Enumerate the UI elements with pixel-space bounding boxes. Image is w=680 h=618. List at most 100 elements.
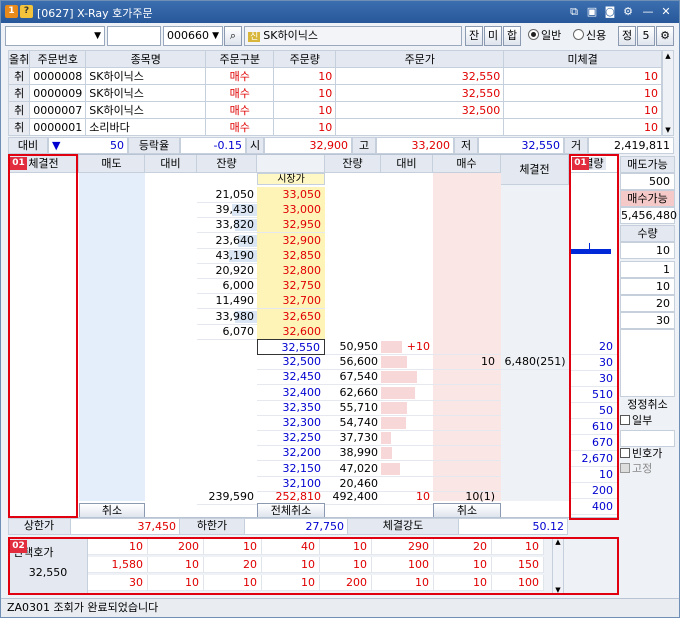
- qty-preset[interactable]: 1: [620, 261, 675, 278]
- search-button[interactable]: ⌕: [224, 26, 242, 46]
- cancel-sell-button[interactable]: 취소: [79, 503, 145, 517]
- ask-price[interactable]: 33,050: [257, 187, 325, 203]
- bid-price[interactable]: 32,250: [257, 430, 325, 447]
- radio-credit[interactable]: 신용: [573, 28, 606, 44]
- settings-icon[interactable]: ⚙: [621, 5, 635, 19]
- buy-able-button[interactable]: 매수가능: [620, 190, 675, 207]
- ask-row[interactable]: 6,000 32,750: [9, 278, 617, 295]
- bid-price[interactable]: 32,500: [257, 354, 325, 371]
- buy-order-qty[interactable]: 10: [433, 354, 501, 371]
- qty-preset[interactable]: 10: [620, 278, 675, 295]
- ask-price[interactable]: 32,700: [257, 293, 325, 310]
- table-row[interactable]: 취 0000001 소리바다 매수 10 10: [7, 118, 662, 136]
- ask-row[interactable]: 6,070 32,600: [9, 323, 617, 340]
- sum-button[interactable]: 합: [503, 26, 521, 46]
- buy-order-qty[interactable]: [433, 415, 501, 431]
- ask-price[interactable]: 32,750: [257, 278, 325, 295]
- qty-input[interactable]: 10: [620, 242, 675, 259]
- ask-row[interactable]: 33,820 32,950: [9, 217, 617, 234]
- header-cancel-all[interactable]: 올취: [7, 50, 31, 68]
- ask-row[interactable]: 43,190 32,850: [9, 247, 617, 264]
- cancel-all-button[interactable]: 전체취소: [257, 503, 325, 517]
- bid-row[interactable]: 32,500 56,600 10 6,480(251): [9, 354, 617, 371]
- market-price-row[interactable]: 시장가: [257, 173, 325, 185]
- qty-preset[interactable]: 30: [620, 312, 675, 329]
- unfilled-button[interactable]: 미: [484, 26, 502, 46]
- stock-code-input[interactable]: 000660 ▼: [163, 26, 223, 46]
- ask-row[interactable]: 11,490 32,700: [9, 293, 617, 310]
- qty-preset-empty[interactable]: [620, 329, 675, 397]
- quote-grid-cell[interactable]: 10: [372, 575, 434, 591]
- quote-grid-cell[interactable]: 10: [434, 557, 492, 573]
- buy-order-qty[interactable]: [433, 369, 501, 386]
- table-row[interactable]: 취 0000009 SK하이닉스 매수 10 32,550 10: [7, 84, 662, 102]
- ask-price[interactable]: 33,000: [257, 202, 325, 219]
- ask-row[interactable]: 21,050 33,050: [9, 187, 617, 203]
- table-row[interactable]: 취 0000007 SK하이닉스 매수 10 32,500 10: [7, 101, 662, 119]
- ask-price[interactable]: 32,900: [257, 232, 325, 249]
- quote-grid-cell[interactable]: 100: [492, 575, 544, 591]
- scroll-up-icon[interactable]: ▲: [663, 51, 673, 61]
- close-icon[interactable]: ✕: [659, 5, 673, 19]
- bid-row[interactable]: 32,300 54,740: [9, 415, 617, 431]
- table-row[interactable]: 취 0000008 SK하이닉스 매수 10 32,550 10: [7, 67, 662, 85]
- fix-button[interactable]: 정: [618, 26, 636, 46]
- bid-price[interactable]: 32,450: [257, 369, 325, 386]
- bid-row[interactable]: 32,550 50,950 +10: [9, 339, 617, 355]
- bid-price[interactable]: 32,200: [257, 445, 325, 462]
- ask-row[interactable]: 20,920 32,800: [9, 263, 617, 279]
- ask-price[interactable]: 32,850: [257, 247, 325, 264]
- quote-grid-cell[interactable]: 10: [262, 557, 320, 573]
- quote-grid-cell[interactable]: 10: [88, 539, 148, 555]
- cancel-order-button[interactable]: 취: [7, 101, 31, 119]
- partial-qty-input[interactable]: [620, 430, 675, 447]
- cancel-order-button[interactable]: 취: [7, 118, 31, 136]
- minimize-icon[interactable]: —: [641, 5, 655, 19]
- cancel-order-button[interactable]: 취: [7, 84, 31, 102]
- link-icon[interactable]: ⧉: [567, 5, 581, 19]
- ask-row[interactable]: 39,430 33,000: [9, 202, 617, 219]
- quote-grid-cell[interactable]: 1,580: [88, 557, 148, 573]
- ask-price[interactable]: 32,600: [257, 323, 325, 340]
- scroll-up-icon[interactable]: ▲: [553, 538, 563, 546]
- ask-row[interactable]: 33,980 32,650: [9, 308, 617, 325]
- partial-checkbox[interactable]: 일부: [620, 413, 675, 430]
- buy-order-qty[interactable]: [433, 430, 501, 447]
- ask-price[interactable]: 32,800: [257, 263, 325, 279]
- buy-order-qty[interactable]: [433, 400, 501, 416]
- buy-order-qty[interactable]: [433, 339, 501, 355]
- bid-price[interactable]: 32,300: [257, 415, 325, 431]
- buy-order-qty[interactable]: [433, 385, 501, 401]
- quote-grid-cell[interactable]: 100: [372, 557, 434, 573]
- ask-row[interactable]: 23,640 32,900: [9, 232, 617, 249]
- quote-grid-cell[interactable]: 10: [148, 557, 204, 573]
- bid-row[interactable]: 32,350 55,710: [9, 400, 617, 416]
- quote-grid-cell[interactable]: 10: [204, 575, 262, 591]
- quote-grid-cell[interactable]: 10: [262, 575, 320, 591]
- quote-grid-cell[interactable]: 20: [434, 539, 492, 555]
- quote-grid-cell[interactable]: 10: [204, 539, 262, 555]
- gear-button[interactable]: ⚙: [656, 26, 674, 46]
- quote-grid-cell[interactable]: 290: [372, 539, 434, 555]
- bottom-scrollbar[interactable]: ▲ ▼: [552, 537, 564, 595]
- account-select[interactable]: ▼: [5, 26, 105, 46]
- balance-button[interactable]: 잔: [465, 26, 483, 46]
- scroll-down-icon[interactable]: ▼: [663, 125, 673, 135]
- buy-order-qty[interactable]: [433, 445, 501, 462]
- ask-price[interactable]: 32,650: [257, 308, 325, 325]
- quote-grid-cell[interactable]: 150: [492, 557, 544, 573]
- quote-grid-cell[interactable]: 200: [148, 539, 204, 555]
- fixed-checkbox[interactable]: 고정: [620, 461, 675, 478]
- account-password-input[interactable]: [107, 26, 161, 46]
- scroll-down-icon[interactable]: ▼: [553, 586, 563, 594]
- qty-preset[interactable]: 20: [620, 295, 675, 312]
- help-icon[interactable]: ?: [20, 5, 33, 18]
- bid-row[interactable]: 32,250 37,730: [9, 430, 617, 447]
- camera-icon[interactable]: ◙: [603, 5, 617, 19]
- quote-grid-cell[interactable]: 20: [204, 557, 262, 573]
- quote-grid-cell[interactable]: 10: [320, 539, 372, 555]
- orders-scrollbar[interactable]: ▲ ▼: [662, 50, 674, 136]
- quote-grid-cell[interactable]: 200: [320, 575, 372, 591]
- quote-grid-cell[interactable]: 10: [148, 575, 204, 591]
- quote-grid-cell[interactable]: 10: [492, 539, 544, 555]
